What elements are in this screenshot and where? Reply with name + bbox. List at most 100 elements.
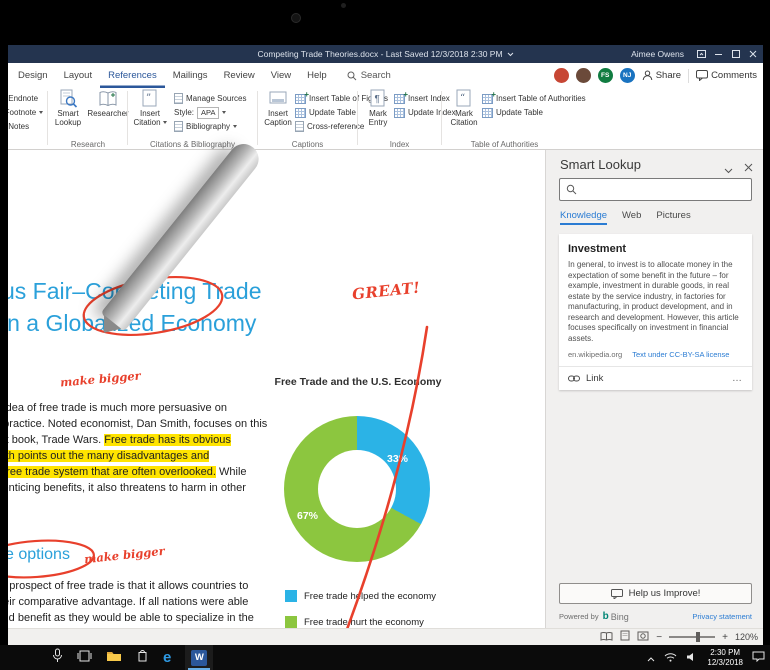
avatar[interactable]: NJ [619, 68, 635, 83]
insert-citation-button[interactable]: ” Insert Citation [130, 89, 170, 135]
word-taskbar-button[interactable]: W [185, 645, 214, 670]
tab-review[interactable]: Review [216, 63, 263, 88]
pane-close-icon[interactable] [744, 159, 753, 177]
bing-logo-icon [599, 611, 611, 622]
insert-citation-icon: ” [142, 89, 157, 107]
clock[interactable]: 2:30 PM 12/3/2018 [707, 648, 743, 667]
tab-design[interactable]: Design [10, 63, 56, 88]
read-mode-icon[interactable] [600, 628, 613, 645]
license-link[interactable]: Text under CC-BY-SA license [632, 350, 729, 359]
search-icon [347, 71, 357, 80]
chevron-down-icon [233, 125, 238, 128]
update-table-icon [482, 107, 493, 118]
microphone-icon[interactable] [52, 648, 63, 668]
avatar[interactable] [575, 68, 591, 83]
help-us-improve-button[interactable]: Help us Improve! [559, 583, 752, 604]
network-icon[interactable] [664, 649, 677, 667]
researcher-button[interactable]: Researcher [87, 89, 129, 135]
edge-icon[interactable] [163, 649, 171, 667]
tab-layout[interactable]: Layout [56, 63, 101, 88]
share-person-icon [642, 70, 653, 81]
avatar[interactable] [553, 68, 569, 83]
close-icon[interactable] [744, 45, 761, 63]
update-table-icon [295, 107, 306, 118]
ribbon-display-options-icon[interactable] [693, 45, 710, 63]
pane-tabs: Knowledge Web Pictures [560, 210, 691, 225]
legend-swatch-green [285, 616, 297, 628]
web-layout-icon[interactable] [637, 628, 649, 645]
share-button[interactable]: Share [642, 70, 681, 81]
insert-endnote-button[interactable]: Insert Endnote [8, 92, 38, 105]
zoom-slider-thumb[interactable] [696, 632, 701, 642]
account-name[interactable]: Aimee Owens [631, 49, 684, 59]
smart-lookup-button[interactable]: Smart Lookup [48, 89, 88, 135]
store-icon[interactable] [136, 648, 149, 667]
action-center-icon[interactable] [752, 649, 765, 667]
insert-index-icon [394, 90, 408, 104]
tab-view[interactable]: View [263, 63, 299, 88]
insert-caption-button[interactable]: Insert Caption [258, 89, 298, 135]
table-of-figures-icon [295, 90, 309, 104]
chevron-up-icon[interactable] [647, 649, 655, 667]
next-footnote-button[interactable]: Next Footnote [8, 106, 44, 119]
volume-icon[interactable] [686, 649, 698, 667]
manage-sources-button[interactable]: Manage Sources [174, 92, 246, 105]
update-table-button[interactable]: Update Table [295, 106, 356, 119]
ribbon-group-research: Smart Lookup Researcher Research [48, 88, 129, 150]
title-chevron-down-icon[interactable] [507, 52, 514, 57]
tab-web[interactable]: Web [622, 210, 641, 225]
file-explorer-icon[interactable] [106, 649, 122, 667]
print-layout-icon[interactable] [620, 628, 630, 645]
researcher-icon [99, 91, 117, 107]
tab-pictures[interactable]: Pictures [656, 210, 690, 225]
bibliography-button[interactable]: Bibliography [174, 120, 238, 133]
zoom-slider[interactable] [669, 632, 716, 642]
smart-lookup-search-box[interactable] [559, 178, 752, 201]
highlighted-text: a free trade system that are often overl… [8, 466, 216, 478]
title-bar: Competing Trade Theories.docx - Last Sav… [8, 45, 763, 63]
ribbon-group-index: ¶ Mark Entry Insert Index Update Index I… [358, 88, 456, 150]
smart-lookup-search-input[interactable] [582, 183, 745, 196]
source-link[interactable]: en.wikipedia.org [568, 350, 622, 359]
style-select[interactable]: Style: APA [174, 106, 227, 119]
ribbon-group-captions: Insert Caption Insert Table of Figures U… [258, 88, 388, 150]
donut-chart[interactable] [284, 416, 430, 562]
tab-help[interactable]: Help [299, 63, 335, 88]
maximize-icon[interactable] [727, 45, 744, 63]
pane-chevron-down-icon[interactable] [724, 161, 733, 179]
document-canvas[interactable]: us Fair–Competing Trade in a Globalized … [8, 150, 545, 628]
highlighted-text: mith points out the many disadvantages a… [8, 450, 210, 462]
ribbon-search[interactable]: Search [347, 63, 391, 88]
link-row[interactable]: Link … [559, 366, 752, 390]
tab-references[interactable]: References [100, 63, 165, 88]
cross-reference-button[interactable]: Cross-reference [295, 120, 364, 133]
comments-icon [696, 70, 709, 81]
avatar[interactable]: FS [597, 68, 613, 83]
show-notes-button[interactable]: Show Notes [8, 120, 29, 133]
link-icon [568, 375, 580, 382]
minimize-icon[interactable] [710, 45, 727, 63]
zoom-in-icon[interactable]: + [722, 632, 728, 643]
zoom-level[interactable]: 120% [735, 632, 758, 642]
more-options-icon[interactable]: … [732, 373, 743, 384]
ribbon: Design Layout References Mailings Review… [8, 63, 763, 150]
document-title[interactable]: Competing Trade Theories.docx - Last Sav… [257, 49, 502, 59]
camera-led-dot [341, 3, 346, 8]
mark-entry-button[interactable]: ¶ Mark Entry [358, 89, 398, 135]
tab-knowledge[interactable]: Knowledge [560, 210, 608, 225]
tab-mailings[interactable]: Mailings [165, 63, 216, 88]
divider [688, 68, 690, 83]
privacy-statement-link[interactable]: Privacy statement [692, 612, 752, 621]
comments-button[interactable]: Comments [696, 70, 757, 81]
insert-table-of-authorities-button[interactable]: Insert Table of Authorities [482, 90, 586, 105]
group-label-index: Index [389, 140, 410, 149]
chart-title: Free Trade and the U.S. Economy [274, 376, 442, 388]
chevron-down-icon [162, 121, 167, 124]
zoom-out-icon[interactable]: − [656, 632, 662, 643]
task-view-icon[interactable] [77, 649, 92, 667]
update-toa-table-button[interactable]: Update Table [482, 106, 543, 119]
ink-annotation-make-bigger-2: make bigger [83, 543, 166, 567]
mark-citation-button[interactable]: “ Mark Citation [444, 89, 484, 135]
manage-sources-icon [174, 93, 183, 104]
ribbon-tab-row: Design Layout References Mailings Review… [8, 63, 763, 88]
